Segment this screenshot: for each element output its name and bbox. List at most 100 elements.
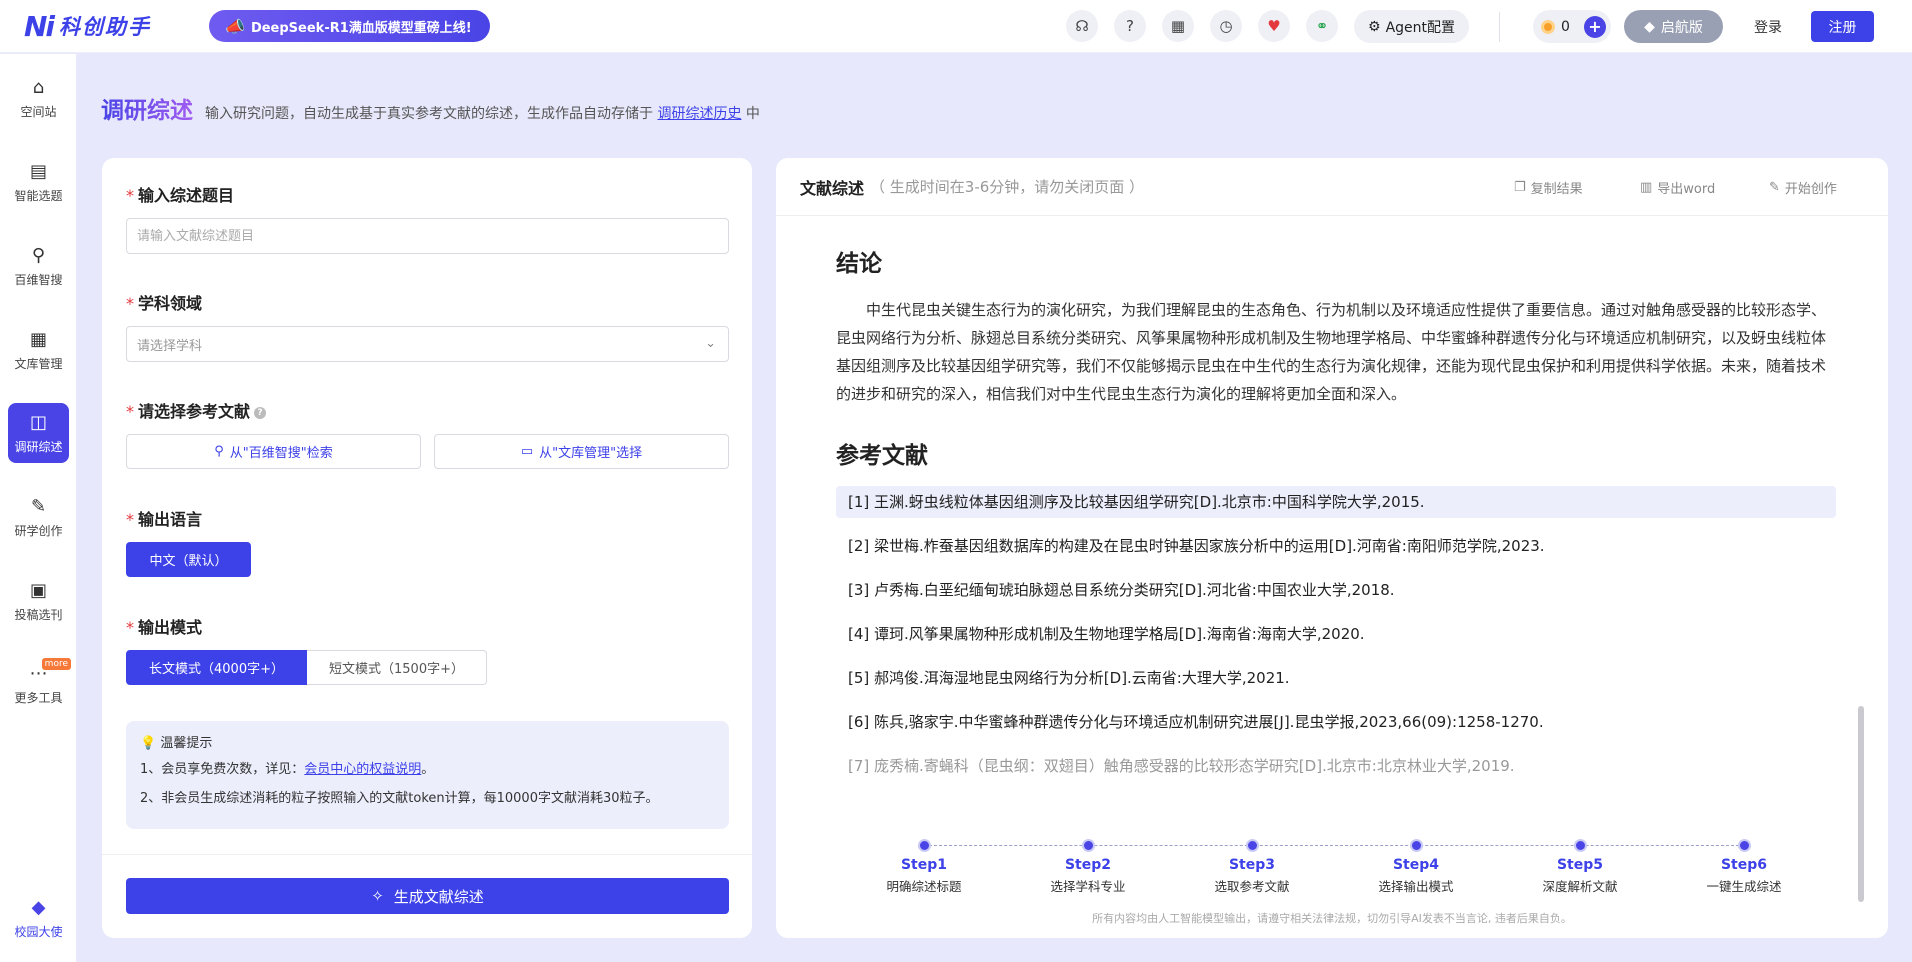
header-divider bbox=[1499, 12, 1500, 42]
mode-short-button[interactable]: 短文模式（1500字+） bbox=[307, 650, 487, 685]
subject-placeholder: 请选择学科 bbox=[137, 338, 203, 354]
list-item[interactable]: [1] 王渊.蚜虫线粒体基因组测序及比较基因组学研究[D].北京市:中国科学院大… bbox=[836, 486, 1836, 518]
lang-label: * 输出语言 bbox=[126, 510, 203, 529]
calendar-icon[interactable]: ▦ bbox=[1162, 10, 1194, 42]
result-header: 文献综述 （ 生成时间在3-6分钟，请勿关闭页面 ） ❐ 复制结果 ▥ 导出word… bbox=[776, 158, 1888, 216]
sidebar-item-smart-search[interactable]: ⚲ 百维智搜 bbox=[8, 236, 69, 296]
sidebar-item-more-tools[interactable]: more ⋯ 更多工具 bbox=[8, 654, 71, 714]
agent-config-button[interactable]: ⚙ Agent配置 bbox=[1354, 10, 1470, 43]
disclaimer-text: 所有内容均由人工智能模型输出，请遵守相关法律法规，切勿引导AI发表不当言论, 违… bbox=[1092, 912, 1572, 925]
register-button[interactable]: 注册 bbox=[1811, 11, 1874, 42]
member-benefits-link[interactable]: 会员中心的权益说明 bbox=[304, 762, 421, 777]
list-item[interactable]: [5] 郝鸿俊.洱海湿地昆虫网络行为分析[D].云南省:大理大学,2021. bbox=[836, 662, 1836, 694]
home-icon: ⌂ bbox=[32, 76, 45, 98]
edit-icon: ✎ bbox=[1769, 180, 1780, 195]
result-panel: 文献综述 （ 生成时间在3-6分钟，请勿关闭页面 ） ❐ 复制结果 ▥ 导出word… bbox=[776, 158, 1888, 938]
topic-input[interactable] bbox=[126, 218, 729, 254]
copy-icon: ❐ bbox=[1514, 180, 1526, 195]
add-coins-icon[interactable]: + bbox=[1583, 15, 1606, 38]
list-item[interactable]: [2] 梁世梅.柞蚕基因组数据库的构建及在昆虫时钟基因家族分析中的运用[D].河… bbox=[836, 530, 1836, 562]
sidebar-item-label: 百维智搜 bbox=[14, 272, 63, 287]
mode-label: * 输出模式 bbox=[126, 618, 203, 637]
required-mark: * bbox=[126, 186, 134, 205]
coin-icon bbox=[1541, 19, 1555, 34]
coin-balance[interactable]: 0 + bbox=[1533, 10, 1611, 43]
conclusion-heading: 结论 bbox=[836, 251, 882, 277]
sidebar-item-label: 智能选题 bbox=[14, 188, 63, 203]
list-item[interactable]: [6] 陈兵,骆家宇.中华蜜蜂种群遗传分化与环境适应机制研究进展[J].昆虫学报… bbox=[836, 706, 1836, 738]
sidebar-item-journal-select[interactable]: ▣ 投稿选刊 bbox=[8, 571, 69, 631]
tips-title: 💡 温馨提示 bbox=[140, 736, 213, 751]
logo-text: 科创助手 bbox=[59, 15, 152, 39]
result-subtitle: （ 生成时间在3-6分钟，请勿关闭页面 ） bbox=[870, 178, 1145, 196]
folder-icon: ▭ bbox=[520, 444, 534, 459]
help-icon[interactable]: ? bbox=[254, 406, 267, 419]
generate-review-button[interactable]: ✧ 生成文献综述 bbox=[126, 878, 729, 914]
link-icon[interactable]: ⚭ bbox=[1306, 10, 1338, 42]
sidebar-item-campus-ambassador[interactable]: ◆ 校园大使 bbox=[8, 888, 69, 948]
required-mark: * bbox=[126, 618, 134, 637]
step-dot bbox=[1573, 839, 1587, 852]
page-desc-text: 输入研究问题，自动生成基于真实参考文献的综述，生成作品自动存储于 bbox=[205, 106, 653, 122]
sidebar-item-research-review[interactable]: ◫ 调研综述 bbox=[8, 403, 69, 463]
headset-icon[interactable]: ☊ bbox=[1066, 10, 1098, 42]
help-icon[interactable]: ? bbox=[1114, 10, 1146, 42]
login-link[interactable]: 登录 bbox=[1754, 17, 1782, 37]
step-4: Step4 选择输出模式 bbox=[1346, 839, 1486, 895]
review-history-link[interactable]: 调研综述历史 bbox=[657, 106, 741, 122]
sidebar-item-library[interactable]: ▦ 文库管理 bbox=[8, 320, 69, 380]
sidebar-item-label: 调研综述 bbox=[14, 439, 63, 454]
graduation-cap-icon: ◆ bbox=[31, 896, 46, 918]
subject-select[interactable]: 请选择学科 ⌄ bbox=[126, 326, 729, 362]
megaphone-icon: 📣 bbox=[225, 16, 245, 36]
sidebar: ⌂ 空间站 ▤ 智能选题 ⚲ 百维智搜 ▦ 文库管理 ◫ 调研综述 ✎ 研学创作… bbox=[0, 54, 76, 962]
sidebar-item-label: 文库管理 bbox=[14, 356, 63, 371]
subject-label: * 学科领域 bbox=[126, 294, 203, 313]
step-dot bbox=[1409, 839, 1423, 852]
tips-box: 💡 温馨提示 1、会员享免费次数，详见：会员中心的权益说明。 2、非会员生成综述… bbox=[126, 721, 729, 829]
search-refs-button[interactable]: ⚲ 从"百维智搜"检索 bbox=[126, 434, 421, 469]
sidebar-item-smart-topic[interactable]: ▤ 智能选题 bbox=[8, 152, 69, 212]
book-open-icon: ◫ bbox=[29, 411, 47, 433]
list-item[interactable]: [3] 卢秀梅.白垩纪缅甸琥珀脉翅总目系统分类研究[D].河北省:中国农业大学,… bbox=[836, 574, 1836, 606]
export-word-button[interactable]: ▥ 导出word bbox=[1640, 178, 1715, 197]
vip-plan-button[interactable]: ◆ 启航版 bbox=[1624, 10, 1723, 43]
form-divider bbox=[102, 854, 752, 855]
list-item[interactable]: [7] 庞秀楠.寄蝇科（昆虫纲：双翅目）触角感受器的比较形态学研究[D].北京市… bbox=[836, 750, 1836, 782]
review-form-panel: *输入综述题目 *学科领域 请选择学科 ⌄ *请选择参考文献? ⚲ 从"百维智搜… bbox=[102, 158, 752, 938]
library-refs-button[interactable]: ▭ 从"文库管理"选择 bbox=[434, 434, 729, 469]
app-logo[interactable]: Ni 科创助手 bbox=[24, 0, 151, 53]
list-item[interactable]: [4] 谭珂.风筝果属物种形成机制及生物地理学格局[D].海南省:海南大学,20… bbox=[836, 618, 1836, 650]
lang-chinese-button[interactable]: 中文（默认） bbox=[126, 542, 251, 577]
page-description: 输入研究问题，自动生成基于真实参考文献的综述，生成作品自动存储于 调研综述历史 … bbox=[205, 103, 760, 123]
sidebar-item-label: 研学创作 bbox=[14, 523, 63, 538]
top-header: Ni 科创助手 📣 DeepSeek-R1满血版模型重磅上线! ☊ ? ▦ ◷ … bbox=[0, 0, 1912, 53]
vip-plan-label: 启航版 bbox=[1660, 19, 1703, 36]
mode-toggle: 长文模式（4000字+） 短文模式（1500字+） bbox=[126, 650, 487, 685]
result-content: 结论 中生代昆虫关键生态行为的演化研究，为我们理解昆虫的生态角色、行为机制以及环… bbox=[836, 244, 1836, 794]
header-icon-group: ☊ ? ▦ ◷ ♥ ⚭ bbox=[1066, 10, 1354, 42]
sidebar-item-research-writing[interactable]: ✎ 研学创作 bbox=[8, 487, 69, 547]
tip-1: 1、会员享免费次数，详见：会员中心的权益说明。 bbox=[140, 762, 435, 777]
copy-result-button[interactable]: ❐ 复制结果 bbox=[1514, 178, 1583, 197]
promo-text: DeepSeek-R1满血版模型重磅上线! bbox=[250, 20, 472, 36]
history-icon[interactable]: ◷ bbox=[1210, 10, 1242, 42]
page-heading: 调研综述 输入研究问题，自动生成基于真实参考文献的综述，生成作品自动存储于 调研… bbox=[101, 91, 760, 125]
start-create-button[interactable]: ✎ 开始创作 bbox=[1769, 178, 1837, 197]
coin-count: 0 bbox=[1561, 18, 1570, 35]
heartbeat-icon[interactable]: ♥ bbox=[1258, 10, 1290, 42]
sidebar-item-label: 校园大使 bbox=[14, 924, 63, 939]
conclusion-text: 中生代昆虫关键生态行为的演化研究，为我们理解昆虫的生态角色、行为机制以及环境适应… bbox=[836, 301, 1827, 403]
agent-config-label: Agent配置 bbox=[1385, 19, 1456, 36]
mode-long-button[interactable]: 长文模式（4000字+） bbox=[126, 650, 307, 685]
scrollbar-thumb[interactable] bbox=[1858, 706, 1864, 902]
progress-steps: Step1 明确综述标题 Step2 选择学科专业 Step3 选取参考文献 S… bbox=[886, 834, 1782, 904]
sidebar-item-space-station[interactable]: ⌂ 空间站 bbox=[8, 68, 69, 128]
references-heading: 参考文献 bbox=[836, 443, 928, 469]
result-title: 文献综述 bbox=[800, 178, 865, 198]
library-icon: ▦ bbox=[29, 328, 47, 350]
step-dot bbox=[1245, 839, 1259, 852]
promo-banner[interactable]: 📣 DeepSeek-R1满血版模型重磅上线! bbox=[209, 10, 490, 42]
step-dot bbox=[1737, 839, 1751, 852]
gear-icon: ⚙ bbox=[1368, 18, 1381, 35]
